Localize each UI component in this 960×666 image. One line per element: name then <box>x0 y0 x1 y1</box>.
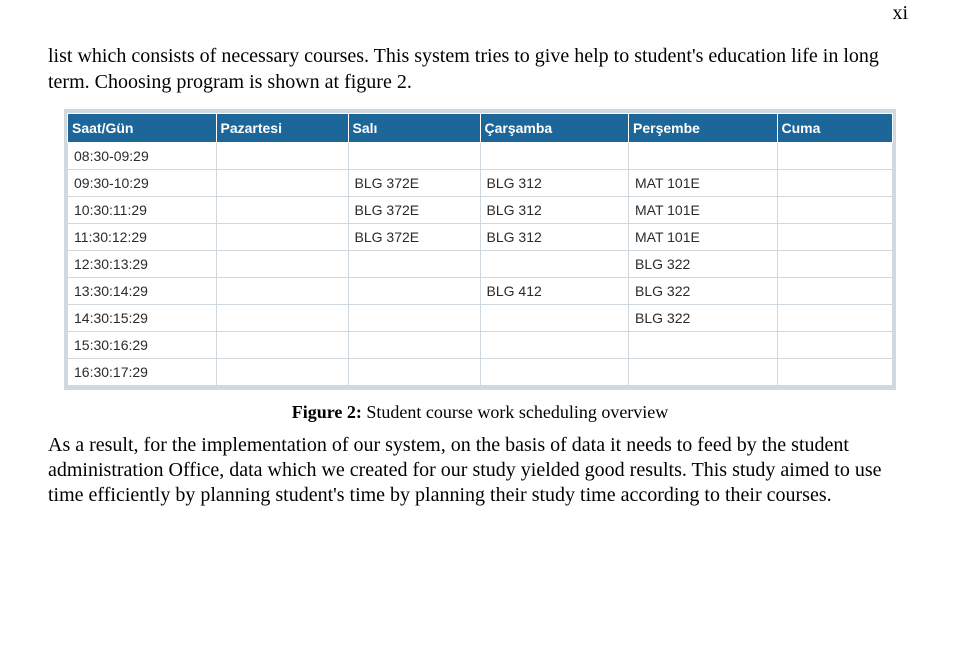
cell <box>480 251 629 278</box>
table-row: 12:30:13:29 BLG 322 <box>68 251 893 278</box>
cell: BLG 372E <box>348 224 480 251</box>
cell <box>348 143 480 170</box>
cell-time: 14:30:15:29 <box>68 305 217 332</box>
cell <box>777 278 893 305</box>
table-row: 11:30:12:29 BLG 372E BLG 312 MAT 101E <box>68 224 893 251</box>
cell <box>348 278 480 305</box>
cell: MAT 101E <box>629 197 778 224</box>
body-paragraph: As a result, for the implementation of o… <box>48 433 912 508</box>
cell <box>216 143 348 170</box>
cell-time: 15:30:16:29 <box>68 332 217 359</box>
cell <box>777 332 893 359</box>
cell <box>348 359 480 386</box>
cell-time: 08:30-09:29 <box>68 143 217 170</box>
cell-time: 11:30:12:29 <box>68 224 217 251</box>
table-row: 15:30:16:29 <box>68 332 893 359</box>
cell <box>216 170 348 197</box>
cell <box>348 305 480 332</box>
cell: BLG 322 <box>629 278 778 305</box>
col-wed: Çarşamba <box>480 114 629 143</box>
cell: BLG 312 <box>480 224 629 251</box>
cell <box>216 332 348 359</box>
cell: MAT 101E <box>629 170 778 197</box>
cell: BLG 372E <box>348 170 480 197</box>
cell: MAT 101E <box>629 224 778 251</box>
cell: BLG 322 <box>629 251 778 278</box>
cell <box>480 332 629 359</box>
cell-time: 12:30:13:29 <box>68 251 217 278</box>
cell <box>480 143 629 170</box>
cell <box>348 332 480 359</box>
cell <box>629 359 778 386</box>
cell <box>777 251 893 278</box>
cell <box>777 143 893 170</box>
cell: BLG 312 <box>480 197 629 224</box>
table-row: 09:30-10:29 BLG 372E BLG 312 MAT 101E <box>68 170 893 197</box>
cell <box>777 305 893 332</box>
cell-time: 09:30-10:29 <box>68 170 217 197</box>
col-mon: Pazartesi <box>216 114 348 143</box>
col-tue: Salı <box>348 114 480 143</box>
cell <box>216 278 348 305</box>
table-row: 14:30:15:29 BLG 322 <box>68 305 893 332</box>
cell <box>777 359 893 386</box>
cell: BLG 312 <box>480 170 629 197</box>
cell: BLG 412 <box>480 278 629 305</box>
table-row: 16:30:17:29 <box>68 359 893 386</box>
cell <box>480 359 629 386</box>
cell-time: 10:30:11:29 <box>68 197 217 224</box>
cell <box>216 305 348 332</box>
cell <box>629 143 778 170</box>
figure-caption-text: Student course work scheduling overview <box>366 402 668 422</box>
col-fri: Cuma <box>777 114 893 143</box>
col-time: Saat/Gün <box>68 114 217 143</box>
cell <box>216 224 348 251</box>
cell <box>777 197 893 224</box>
cell-time: 13:30:14:29 <box>68 278 217 305</box>
col-thu: Perşembe <box>629 114 778 143</box>
figure-label: Figure 2: <box>292 402 362 422</box>
cell <box>216 359 348 386</box>
cell-time: 16:30:17:29 <box>68 359 217 386</box>
cell <box>348 251 480 278</box>
table-row: 13:30:14:29 BLG 412 BLG 322 <box>68 278 893 305</box>
cell <box>216 197 348 224</box>
page-number: xi <box>892 2 908 25</box>
table-row: 08:30-09:29 <box>68 143 893 170</box>
cell: BLG 372E <box>348 197 480 224</box>
schedule-table-container: Saat/Gün Pazartesi Salı Çarşamba Perşemb… <box>64 109 896 390</box>
cell <box>216 251 348 278</box>
cell <box>629 332 778 359</box>
cell <box>480 305 629 332</box>
figure-caption: Figure 2: Student course work scheduling… <box>48 402 912 423</box>
table-row: 10:30:11:29 BLG 372E BLG 312 MAT 101E <box>68 197 893 224</box>
table-header-row: Saat/Gün Pazartesi Salı Çarşamba Perşemb… <box>68 114 893 143</box>
cell <box>777 224 893 251</box>
schedule-table: Saat/Gün Pazartesi Salı Çarşamba Perşemb… <box>67 113 893 386</box>
intro-paragraph: list which consists of necessary courses… <box>48 44 912 95</box>
cell <box>777 170 893 197</box>
cell: BLG 322 <box>629 305 778 332</box>
